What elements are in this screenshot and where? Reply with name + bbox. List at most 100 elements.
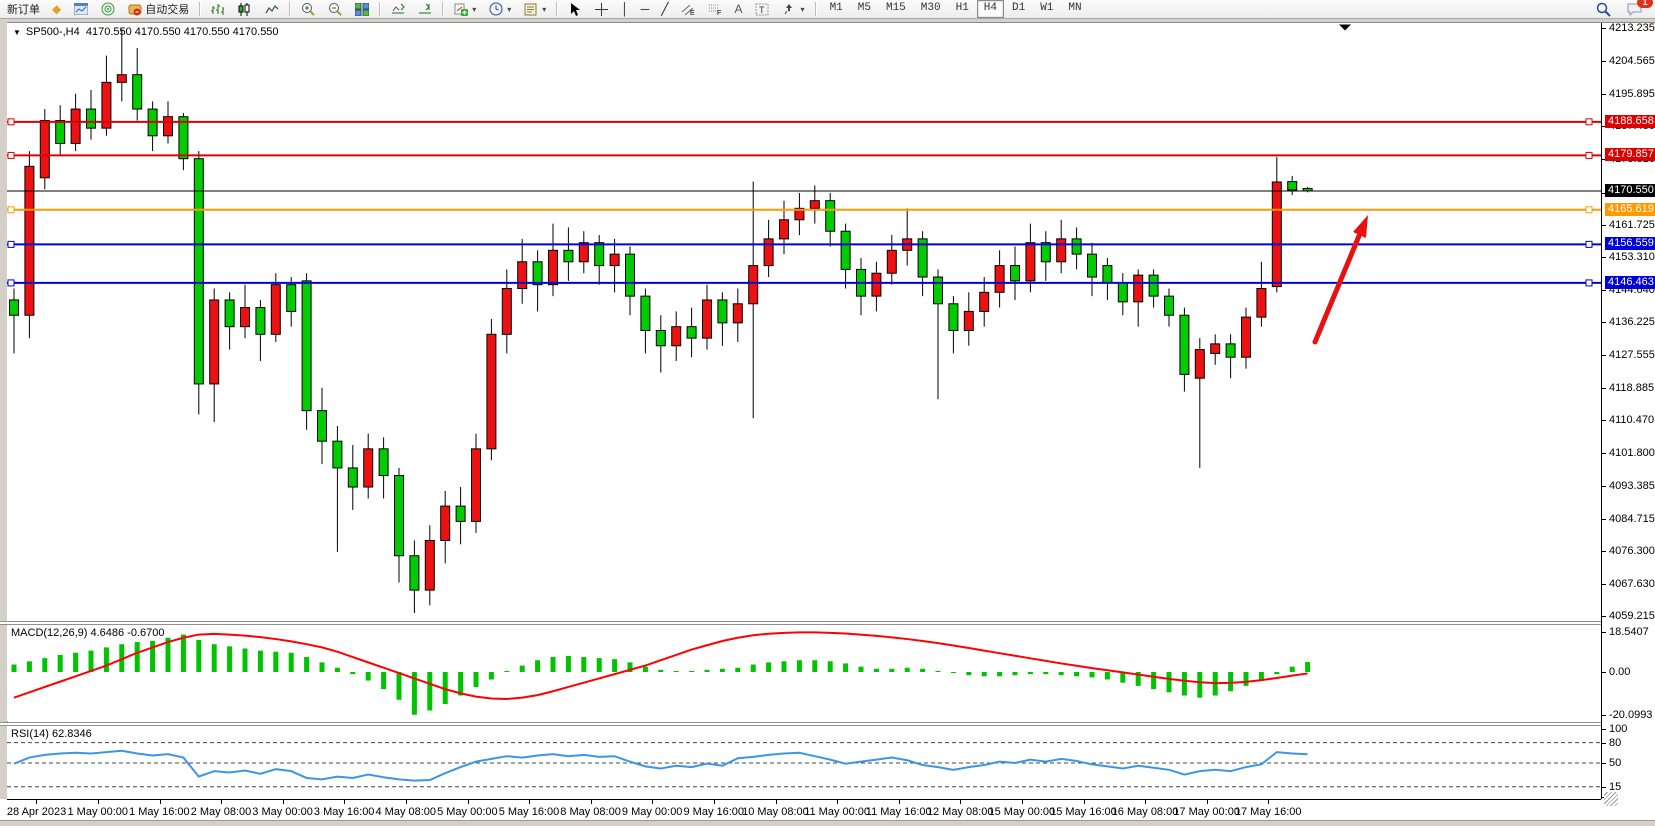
level-anchor[interactable] — [8, 119, 14, 125]
new-order-button[interactable]: 新订单 — [2, 0, 45, 19]
price-axis[interactable]: 4213.2354204.5654195.8954187.4804178.810… — [1601, 23, 1655, 800]
crosshair-icon[interactable] — [589, 0, 614, 19]
zoom-in-icon[interactable] — [295, 0, 320, 19]
templates-button[interactable]: ▾ — [518, 0, 551, 19]
macd-histogram-bar — [304, 657, 309, 672]
candle-body — [1180, 315, 1189, 374]
macd-histogram-bar — [320, 662, 325, 672]
level-anchor[interactable] — [8, 152, 14, 158]
time-tick-mark — [652, 800, 653, 804]
level-anchor[interactable] — [1586, 241, 1592, 247]
timeframe-m15[interactable]: M15 — [879, 0, 913, 18]
candle-body — [733, 304, 742, 323]
timeframe-d1[interactable]: D1 — [1005, 0, 1032, 18]
timeframe-m5[interactable]: M5 — [851, 0, 878, 18]
chat-button[interactable]: 1 — [1622, 0, 1647, 19]
market-watch-icon[interactable] — [68, 0, 93, 19]
fibonacci-tool[interactable]: F — [703, 0, 728, 19]
macd-panel[interactable] — [7, 625, 1601, 721]
candle-body — [1088, 254, 1097, 277]
arrow-annotation[interactable] — [1315, 236, 1359, 342]
time-tick-label: 1 May 00:00 — [68, 806, 129, 818]
level-price-label[interactable]: 4165.619 — [1605, 203, 1655, 216]
level-anchor[interactable] — [1586, 280, 1592, 286]
candle-body — [810, 201, 819, 209]
resize-grip-icon[interactable] — [1604, 792, 1618, 806]
chart-shift-icon[interactable] — [412, 0, 437, 19]
time-tick-label: 9 May 16:00 — [684, 806, 745, 818]
timeframe-m1[interactable]: M1 — [823, 0, 850, 18]
timeframe-mn[interactable]: MN — [1061, 0, 1088, 18]
cursor-icon[interactable] — [562, 0, 587, 19]
macd-histogram-bar — [366, 672, 371, 681]
zoom-out-icon[interactable] — [322, 0, 347, 19]
level-anchor[interactable] — [1586, 119, 1592, 125]
text-tool[interactable]: A — [730, 0, 748, 19]
periods-button[interactable]: ▾ — [483, 0, 516, 19]
level-price-label[interactable]: 4188.658 — [1605, 115, 1655, 128]
macd-histogram-bar — [520, 666, 525, 672]
chart-shift-marker[interactable] — [1339, 25, 1351, 31]
current-price-label[interactable]: 4170.550 — [1605, 184, 1655, 197]
level-anchor[interactable] — [1586, 207, 1592, 213]
level-anchor[interactable] — [1586, 152, 1592, 158]
tile-windows-icon[interactable] — [349, 0, 374, 19]
arrows-tool[interactable]: ▾ — [777, 0, 810, 19]
indicators-button[interactable]: ▾ — [448, 0, 481, 19]
main-price-chart[interactable] — [7, 23, 1601, 621]
svg-text:E: E — [690, 10, 695, 16]
auto-scroll-icon[interactable] — [385, 0, 410, 19]
line-chart-icon[interactable] — [259, 0, 284, 19]
macd-histogram-bar — [1274, 672, 1279, 674]
level-price-label[interactable]: 4146.463 — [1605, 276, 1655, 289]
rsi-panel[interactable] — [7, 726, 1601, 799]
clock-icon — [488, 2, 503, 16]
price-tick-label: 4101.800 — [1609, 447, 1655, 459]
macd-histogram-bar — [658, 670, 663, 672]
macd-histogram-bar — [581, 657, 586, 672]
rsi-tick-label: 80 — [1609, 737, 1621, 749]
candle-body — [472, 449, 481, 522]
level-anchor[interactable] — [8, 280, 14, 286]
macd-histogram-bar — [612, 659, 617, 672]
search-icon[interactable] — [1591, 0, 1616, 19]
price-tick-label: 4059.215 — [1609, 610, 1655, 622]
chart-quotes: 4170.550 4170.550 4170.550 4170.550 — [86, 26, 279, 38]
candle-body — [934, 277, 943, 304]
level-price-label[interactable]: 4156.559 — [1605, 237, 1655, 250]
trendline-tool[interactable]: ╱ — [656, 0, 673, 19]
timeframe-h4[interactable]: H4 — [977, 0, 1004, 18]
timeframe-h1[interactable]: H1 — [949, 0, 976, 18]
price-tick-mark — [1602, 616, 1606, 617]
macd-histogram-bar — [705, 670, 710, 672]
timeframe-w1[interactable]: W1 — [1033, 0, 1060, 18]
text-label-tool[interactable]: T — [750, 0, 775, 19]
price-tick-mark — [1602, 225, 1606, 226]
macd-histogram-bar — [1013, 672, 1018, 675]
time-axis[interactable]: 28 Apr 20231 May 00:001 May 16:002 May 0… — [0, 799, 1655, 820]
macd-histogram-bar — [1197, 672, 1202, 698]
time-tick-mark — [714, 800, 715, 804]
candle-body — [71, 109, 80, 143]
candlestick-chart-icon[interactable] — [232, 0, 257, 19]
macd-histogram-bar — [966, 672, 971, 675]
vertical-line-tool[interactable]: │ — [616, 0, 634, 19]
time-tick-mark — [960, 800, 961, 804]
price-tick-mark — [1602, 28, 1606, 29]
equidistant-channel-tool[interactable]: E — [676, 0, 701, 19]
horizontal-line-tool[interactable]: ─ — [636, 0, 655, 19]
macd-histogram-bar — [951, 672, 956, 673]
data-window-icon[interactable] — [95, 0, 120, 19]
timeframe-m30[interactable]: M30 — [914, 0, 948, 18]
auto-trading-button[interactable]: 自动交易 — [122, 0, 194, 19]
macd-histogram-bar — [474, 672, 479, 687]
new-order-icon[interactable]: ◆ — [47, 0, 66, 19]
arrow-annotation-head[interactable] — [1353, 215, 1368, 238]
level-anchor[interactable] — [8, 241, 14, 247]
macd-histogram-bar — [936, 671, 941, 672]
level-price-label[interactable]: 4179.857 — [1605, 148, 1655, 161]
bar-chart-icon[interactable] — [205, 0, 230, 19]
candle-body — [179, 117, 188, 159]
candle-body — [287, 285, 296, 312]
level-anchor[interactable] — [8, 207, 14, 213]
